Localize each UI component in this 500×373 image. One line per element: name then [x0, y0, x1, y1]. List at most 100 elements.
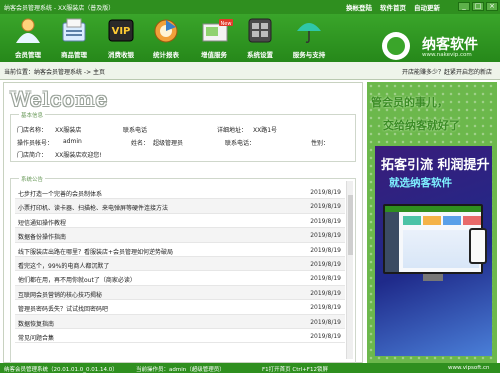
- notice-date: 2019/8/19: [310, 232, 341, 240]
- notice-date: 2019/8/19: [310, 217, 341, 225]
- toolbar-label: 会员管理: [15, 51, 41, 59]
- welcome-heading: Welcome: [10, 87, 109, 111]
- auto-update-link[interactable]: 自动更新: [414, 2, 440, 12]
- minimize-button[interactable]: _: [458, 2, 470, 11]
- toolbar-goods[interactable]: 商品管理: [52, 16, 96, 60]
- toolbar-settings[interactable]: 系统设置: [238, 16, 282, 60]
- operator-id-label: 操作员帐号：: [17, 140, 54, 147]
- notice-row[interactable]: 数据恢复指南 2019/8/19: [15, 314, 345, 329]
- notice-date: 2019/8/19: [310, 304, 341, 312]
- basic-info-legend: 基本信息: [19, 111, 46, 119]
- notice-date: 2019/8/19: [310, 332, 341, 340]
- brand-site: www.nakevip.com: [422, 52, 472, 58]
- store-name-value: XX服装店: [55, 127, 82, 134]
- intro-label: 门店简介：: [17, 152, 48, 159]
- monitor-stand: [423, 274, 443, 281]
- new-badge: New: [221, 21, 232, 27]
- status-version: 纳客会员管理系统（20.01.01.0_0.01.14.0）: [4, 367, 118, 373]
- breadcrumb-bar: 当前位置：纳客会员管理系统 -> 主页 开店能赚多少？赶紧开启您的新店: [0, 62, 500, 80]
- contact-label: 联系电话：: [225, 140, 256, 147]
- notice-date: 2019/8/19: [310, 246, 341, 254]
- svg-text:VIP: VIP: [112, 26, 131, 37]
- basic-info-section: 基本信息 门店名称： XX服装店 联系电话 详细地址： XX路1号 操作员帐号：…: [10, 111, 356, 162]
- notice-date: 2019/8/19: [310, 275, 341, 283]
- gender-label: 性别：: [311, 140, 330, 147]
- notice-title[interactable]: 数据备份操作指南: [18, 232, 66, 241]
- notice-row[interactable]: 他们都在用，再不用你就out了（商家必读） 2019/8/19: [15, 271, 345, 286]
- brand-logo-icon: [382, 32, 410, 60]
- address-value: XX路1号: [253, 127, 278, 134]
- main-toolbar: 会员管理 商品管理 VIP 消费收银 统计报表 New 增值服务 系统设置 服务: [0, 14, 500, 62]
- notice-row[interactable]: 小票打印机、读卡器、扫描枪、来电弹屏等硬件连接方法 2019/8/19: [15, 199, 345, 214]
- home-panel: Welcome 基本信息 门店名称： XX服装店 联系电话 详细地址： XX路1…: [3, 82, 363, 363]
- toolbar-support[interactable]: 服务与支持: [285, 16, 333, 60]
- notice-title[interactable]: 管理员密码丢失？试试找回密码吧: [18, 304, 108, 313]
- notice-list: 七步打造一个完善的会员制体系 2019/8/19 小票打印机、读卡器、扫描枪、来电…: [15, 185, 345, 344]
- software-home-link[interactable]: 软件首页: [380, 2, 406, 12]
- ad-panel[interactable]: 管会员的事儿， 交给纳客就好了 拓客引流 利润提升 就选纳客软件: [367, 82, 497, 363]
- notice-row[interactable]: 常见问题合集 2019/8/19: [15, 329, 345, 344]
- name-value: 超级管理员: [153, 140, 184, 147]
- toolbar-label: 服务与支持: [292, 51, 326, 59]
- status-bar: 纳客会员管理系统（20.01.01.0_0.01.14.0） 当前操作员：adm…: [0, 363, 500, 373]
- notice-row[interactable]: 七步打造一个完善的会员制体系 2019/8/19: [15, 185, 345, 200]
- notice-title[interactable]: 线下服装店出路在哪里？看服装店+会员管理如何逆势破局: [18, 247, 173, 256]
- notice-scrollbar[interactable]: [346, 181, 353, 359]
- toolbar-label: 统计报表: [153, 51, 179, 59]
- status-site: www.vipsoft.cn: [448, 365, 490, 371]
- notice-title[interactable]: 常见问题合集: [18, 333, 54, 342]
- toolbar-label: 系统设置: [247, 51, 273, 59]
- notice-title[interactable]: 小票打印机、读卡器、扫描枪、来电弹屏等硬件连接方法: [18, 203, 168, 212]
- store-name-label: 门店名称：: [17, 127, 48, 134]
- notice-row[interactable]: 线下服装店出路在哪里？看服装店+会员管理如何逆势破局 2019/8/19: [15, 243, 345, 257]
- status-operator: 当前操作员：admin（超级管理员）: [136, 367, 225, 373]
- notice-row[interactable]: 看完这个，99%的电商人都沉默了 2019/8/19: [15, 256, 345, 272]
- notice-title[interactable]: 看完这个，99%的电商人都沉默了: [18, 261, 109, 270]
- notice-row[interactable]: 互联网会员营销的核心技巧揭秘 2019/8/19: [15, 285, 345, 301]
- scrollbar-thumb[interactable]: [348, 195, 353, 255]
- notice-date: 2019/8/19: [310, 260, 341, 268]
- operator-id-value: admin: [63, 138, 82, 145]
- phone-label: 联系电话: [123, 127, 148, 134]
- intro-value: XX服装店欢迎您!: [55, 152, 102, 159]
- brand-name: 纳客软件: [422, 37, 478, 53]
- toolbar-label: 增值服务: [201, 51, 227, 59]
- notice-title[interactable]: 短信通知操作教程: [18, 218, 66, 227]
- phone-illustration: [469, 228, 487, 264]
- name-label: 姓名：: [131, 140, 150, 147]
- toolbar-report[interactable]: 统计报表: [144, 16, 188, 60]
- maximize-button[interactable]: □: [472, 2, 484, 11]
- switch-account-link[interactable]: 换帐登陆: [346, 2, 372, 12]
- notice-title[interactable]: 数据恢复指南: [18, 319, 54, 328]
- notice-row[interactable]: 数据备份操作指南 2019/8/19: [15, 228, 345, 243]
- notice-title[interactable]: 七步打造一个完善的会员制体系: [18, 189, 102, 198]
- top-links: 换帐登陆 软件首页 自动更新: [346, 2, 440, 12]
- notice-date: 2019/8/19: [310, 189, 341, 196]
- notice-row[interactable]: 短信通知操作教程 2019/8/19: [15, 214, 345, 229]
- address-label: 详细地址：: [217, 127, 248, 134]
- toolbar-label: 消费收银: [108, 51, 134, 59]
- notice-title[interactable]: 互联网会员营销的核心技巧揭秘: [18, 290, 102, 299]
- monitor-card: [403, 216, 421, 225]
- ad-banner[interactable]: 拓客引流 利润提升 就选纳客软件: [375, 146, 492, 356]
- cashier-icon: VIP: [107, 17, 135, 44]
- monitor-card: [423, 216, 441, 225]
- monitor-chart: [403, 230, 479, 268]
- window-controls: _ □ ×: [458, 2, 498, 11]
- monitor-sidebar: [385, 212, 399, 272]
- close-button[interactable]: ×: [486, 2, 498, 11]
- monitor-card: [443, 216, 461, 225]
- ad-banner-line-2: 就选纳客软件: [389, 177, 452, 189]
- notice-title[interactable]: 他们都在用，再不用你就out了（商家必读）: [18, 275, 136, 284]
- goods-icon: [60, 17, 88, 44]
- report-icon: [152, 17, 180, 44]
- notice-row[interactable]: 管理员密码丢失？试试找回密码吧 2019/8/19: [15, 300, 345, 315]
- toolbar-cashier[interactable]: VIP 消费收银: [99, 16, 143, 60]
- toolbar-value-added[interactable]: New 增值服务: [192, 16, 236, 60]
- member-icon: [14, 17, 42, 44]
- toolbar-member[interactable]: 会员管理: [6, 16, 50, 60]
- ad-slogan-1: 管会员的事儿，: [371, 96, 448, 109]
- monitor-card: [463, 216, 481, 225]
- breadcrumb: 当前位置：纳客会员管理系统 -> 主页: [4, 69, 106, 76]
- open-store-link[interactable]: 开店能赚多少？赶紧开启您的新店: [402, 67, 492, 76]
